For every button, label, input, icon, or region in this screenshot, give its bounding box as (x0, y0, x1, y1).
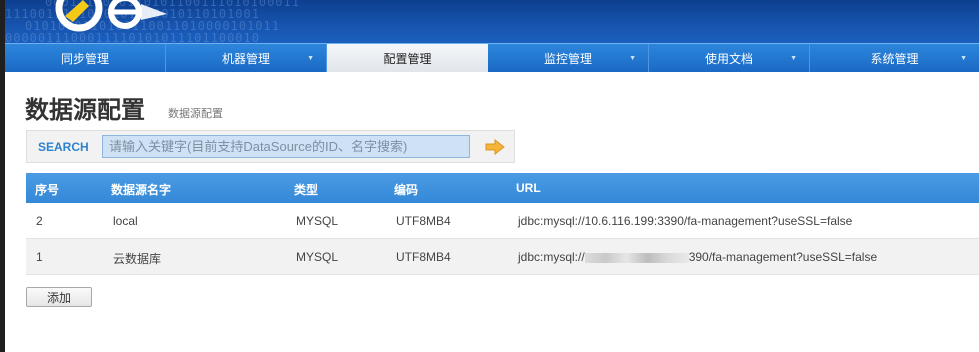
cell-type: MYSQL (296, 214, 339, 228)
cell-type: MYSQL (296, 250, 339, 264)
nav-tab-label: 使用文档 (704, 51, 753, 66)
add-button[interactable]: 添加 (26, 287, 92, 307)
page: 0001111010110101100111010100011 11100111… (5, 0, 979, 352)
nav-tab-system[interactable]: 系统管理 ▼ (810, 44, 979, 72)
cell-encoding: UTF8MB4 (396, 250, 451, 264)
search-input[interactable] (102, 135, 470, 158)
nav-tab-label: 配置管理 (383, 51, 432, 66)
nav-tab-docs[interactable]: 使用文档 ▼ (649, 44, 810, 72)
url-suffix: 390/fa-management?useSSL=false (688, 250, 878, 264)
cell-name: 云数据库 (113, 252, 162, 266)
search-bar: SEARCH (26, 130, 515, 163)
cell-index: 1 (36, 250, 43, 264)
cell-url: jdbc:mysql:// 390/fa-management?useSSL=fa… (518, 250, 877, 264)
cell-url: jdbc:mysql://10.6.116.199:3390/fa-manage… (518, 214, 853, 228)
datasource-table: 序号 数据源名字 类型 编码 URL 2 local MYSQL UTF8MB4… (26, 173, 979, 275)
page-title: 数据源配置 (25, 97, 145, 124)
table-row[interactable]: 2 local MYSQL UTF8MB4 jdbc:mysql://10.6.… (26, 203, 979, 239)
chevron-down-icon: ▼ (629, 55, 636, 62)
nav-tab-machine[interactable]: 机器管理 ▼ (166, 44, 327, 72)
chevron-down-icon: ▼ (307, 55, 314, 62)
cell-index: 2 (36, 214, 43, 228)
cell-encoding: UTF8MB4 (396, 214, 451, 228)
nav-tab-label: 机器管理 (221, 51, 270, 66)
column-header-type: 类型 (294, 183, 319, 197)
column-header-index: 序号 (35, 183, 60, 197)
search-label: SEARCH (38, 140, 89, 154)
arrow-right-icon[interactable] (485, 139, 505, 155)
chevron-down-icon: ▼ (960, 55, 967, 62)
nav-tab-label: 监控管理 (543, 51, 592, 66)
column-header-encoding: 编码 (394, 183, 419, 197)
page-subtitle: 数据源配置 (168, 108, 223, 120)
nav-tab-label: 系统管理 (870, 51, 919, 66)
main-nav: 同步管理 机器管理 ▼ 配置管理 监控管理 ▼ 使用文档 ▼ 系统管理 ▼ (5, 43, 979, 72)
logo (55, 0, 167, 32)
column-header-url: URL (516, 181, 541, 195)
nav-tab-label: 同步管理 (60, 51, 109, 66)
chevron-down-icon: ▼ (790, 55, 797, 62)
redacted-block (584, 252, 689, 263)
cell-name: local (113, 214, 138, 228)
nav-tab-config[interactable]: 配置管理 (327, 44, 488, 72)
table-header: 序号 数据源名字 类型 编码 URL (26, 173, 979, 203)
nav-tab-monitor[interactable]: 监控管理 ▼ (488, 44, 649, 72)
column-header-name: 数据源名字 (111, 183, 172, 197)
table-row[interactable]: 1 云数据库 MYSQL UTF8MB4 jdbc:mysql:// 390/fa… (26, 239, 979, 275)
header-banner: 0001111010110101100111010100011 11100111… (5, 0, 979, 43)
url-prefix: jdbc:mysql:// (518, 250, 585, 264)
nav-tab-sync[interactable]: 同步管理 (5, 44, 166, 72)
